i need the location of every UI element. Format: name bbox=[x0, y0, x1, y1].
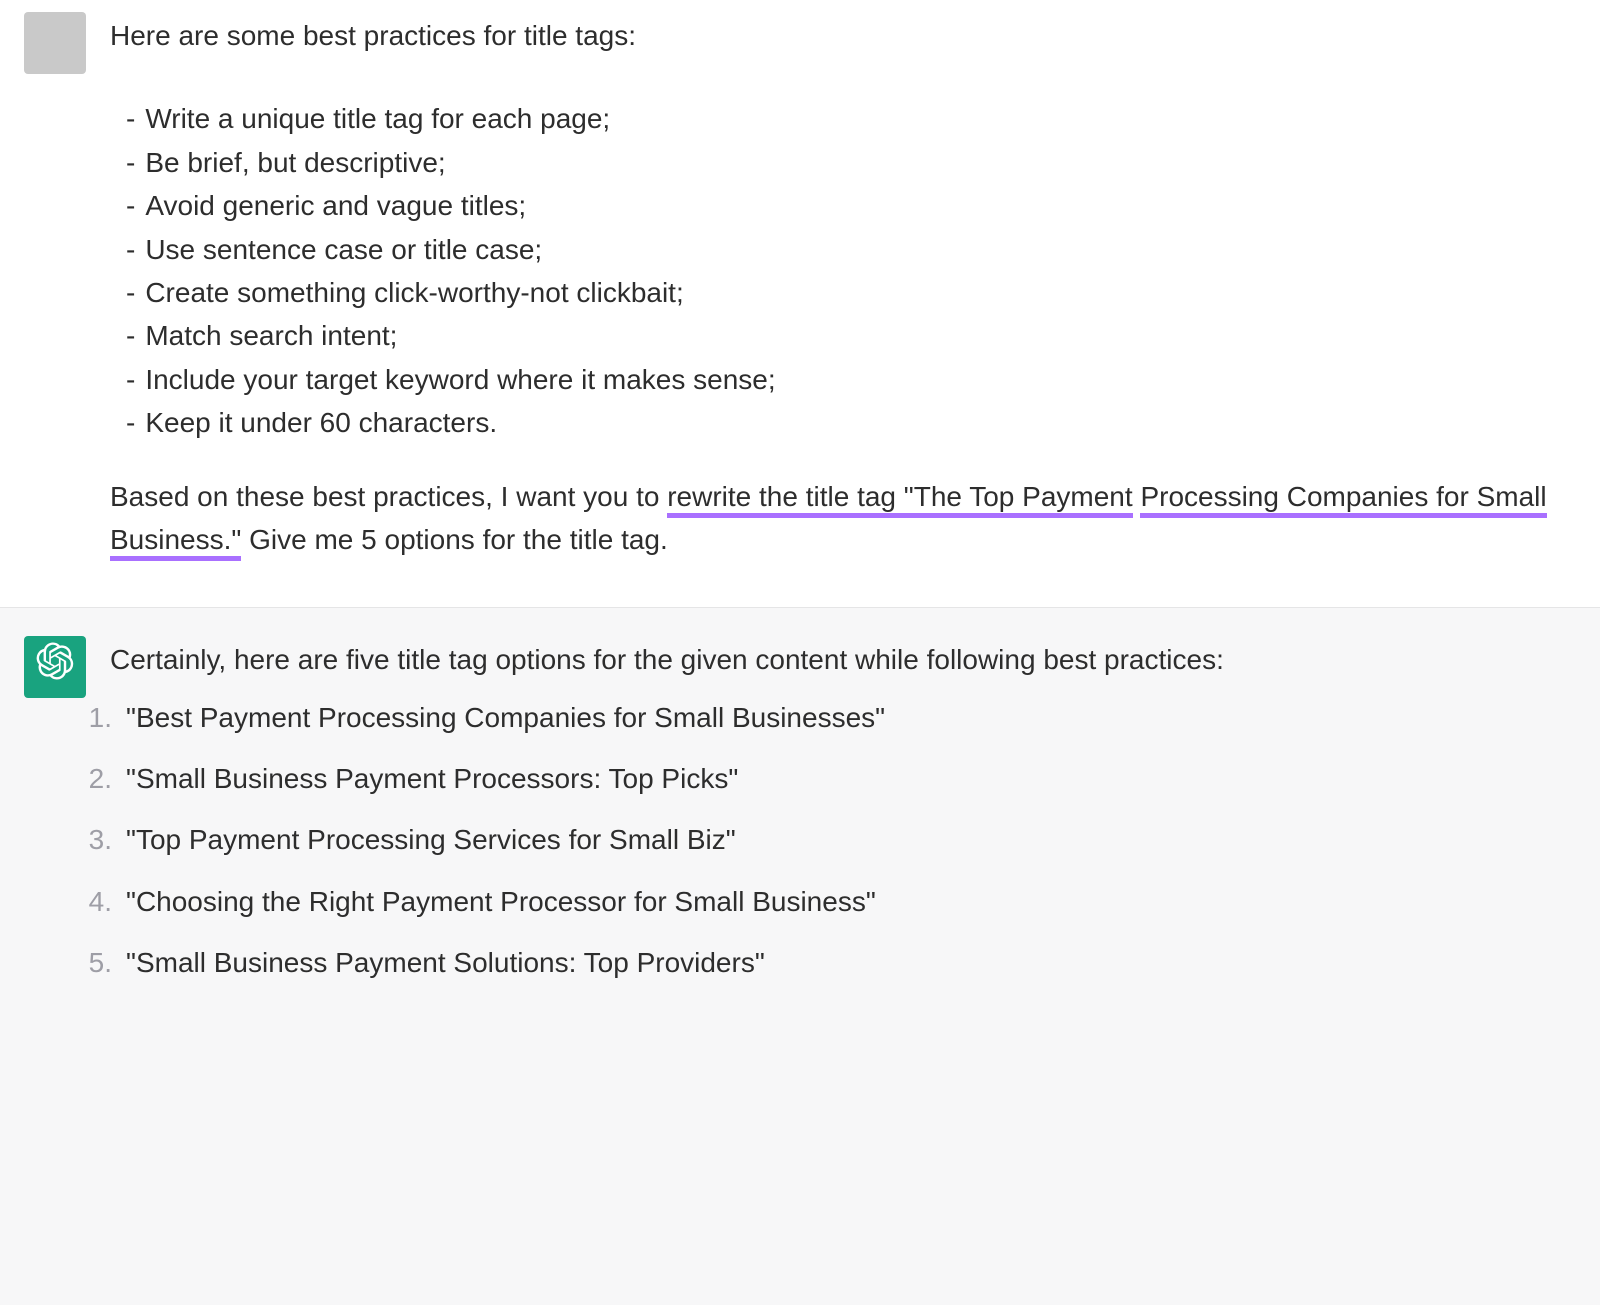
user-avatar bbox=[24, 12, 86, 74]
user-message: Here are some best practices for title t… bbox=[0, 0, 1600, 608]
user-closing-text: Based on these best practices, I want yo… bbox=[110, 475, 1568, 562]
bullet-item: -Avoid generic and vague titles; bbox=[126, 184, 1568, 227]
user-message-content: Here are some best practices for title t… bbox=[110, 12, 1576, 571]
title-option: "Choosing the Right Payment Processor fo… bbox=[86, 880, 1568, 923]
title-option: "Small Business Payment Solutions: Top P… bbox=[86, 941, 1568, 984]
bullet-item: -Be brief, but descriptive; bbox=[126, 141, 1568, 184]
highlighted-text: rewrite the title tag "The Top Payment bbox=[667, 481, 1132, 518]
chat-viewport: Here are some best practices for title t… bbox=[0, 0, 1600, 1305]
bullet-item: -Create something click-worthy-not click… bbox=[126, 271, 1568, 314]
assistant-message: Certainly, here are five title tag optio… bbox=[0, 608, 1600, 1026]
openai-logo-icon bbox=[36, 642, 74, 692]
bullet-item: -Match search intent; bbox=[126, 314, 1568, 357]
user-intro-text: Here are some best practices for title t… bbox=[110, 14, 1568, 57]
assistant-intro-text: Certainly, here are five title tag optio… bbox=[110, 638, 1568, 681]
bullet-item: -Include your target keyword where it ma… bbox=[126, 358, 1568, 401]
title-option: "Best Payment Processing Companies for S… bbox=[86, 696, 1568, 739]
assistant-message-content: Certainly, here are five title tag optio… bbox=[110, 636, 1576, 1002]
title-option: "Top Payment Processing Services for Sma… bbox=[86, 818, 1568, 861]
bullet-item: -Write a unique title tag for each page; bbox=[126, 97, 1568, 140]
title-options-list: "Best Payment Processing Companies for S… bbox=[74, 696, 1568, 985]
bullet-item: -Use sentence case or title case; bbox=[126, 228, 1568, 271]
title-option: "Small Business Payment Processors: Top … bbox=[86, 757, 1568, 800]
assistant-avatar bbox=[24, 636, 86, 698]
best-practices-list: -Write a unique title tag for each page;… bbox=[126, 97, 1568, 444]
bullet-item: -Keep it under 60 characters. bbox=[126, 401, 1568, 444]
